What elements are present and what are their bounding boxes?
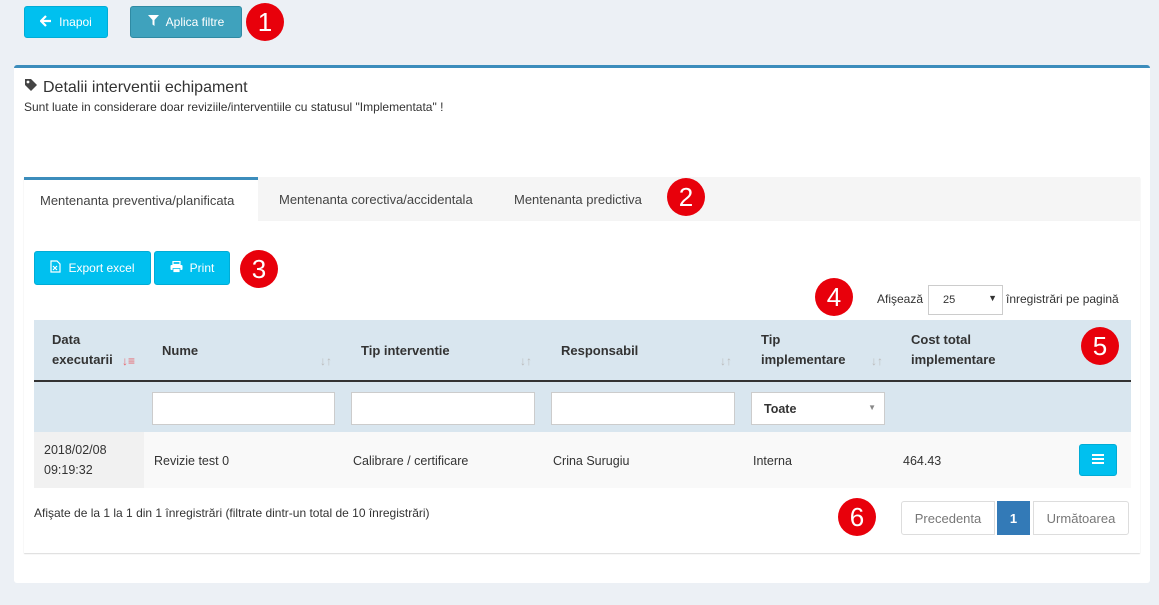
tab-label: Mentenanta predictiva bbox=[514, 191, 642, 207]
hamburger-menu-icon bbox=[1092, 453, 1104, 467]
col-header-implementation-type[interactable]: Tip implementare bbox=[761, 330, 846, 370]
caret-down-icon: ▼ bbox=[868, 403, 876, 412]
header-line: implementare bbox=[911, 352, 996, 367]
cell-date-line: 2018/02/08 bbox=[44, 443, 107, 457]
page-length-select[interactable]: 25 ▼ bbox=[928, 285, 1003, 315]
col-header-name[interactable]: Nume bbox=[162, 341, 198, 361]
header-line: implementare bbox=[761, 352, 846, 367]
page-length-suffix: înregistrări pe pagină bbox=[1006, 292, 1119, 306]
tab-label: Mentenanta corectiva/accidentala bbox=[279, 191, 473, 207]
callout-marker-2: 2 bbox=[667, 178, 705, 216]
filter-icon bbox=[147, 15, 159, 29]
header-line: executarii bbox=[52, 352, 113, 367]
apply-filters-button[interactable]: Aplica filtre bbox=[130, 6, 242, 38]
filter-implementation-select[interactable]: Toate ▼ bbox=[751, 392, 885, 425]
header-line: Tip bbox=[761, 332, 781, 347]
cell-date: 2018/02/08 09:19:32 bbox=[44, 440, 107, 480]
header-line: Data bbox=[52, 332, 81, 347]
filter-select-value: Toate bbox=[764, 401, 797, 416]
caret-down-icon: ▼ bbox=[988, 293, 997, 303]
page-length-prefix: Afişează bbox=[877, 292, 924, 306]
sort-both-icon[interactable]: ↓↑ bbox=[720, 354, 732, 368]
cell-cost: 464.43 bbox=[903, 454, 942, 468]
table-info: Afişate de la 1 la 1 din 1 înregistrări … bbox=[34, 506, 430, 520]
col-header-responsible[interactable]: Responsabil bbox=[561, 341, 638, 361]
callout-marker-1: 1 bbox=[246, 3, 284, 41]
filter-responsible-input[interactable] bbox=[551, 392, 735, 425]
sort-both-icon[interactable]: ↓↑ bbox=[520, 354, 532, 368]
sort-both-icon[interactable]: ↓↑ bbox=[320, 354, 332, 368]
col-header-total-cost: Cost total implementare bbox=[911, 330, 996, 370]
apply-filters-label: Aplica filtre bbox=[165, 15, 225, 29]
cell-name: Revizie test 0 bbox=[154, 454, 230, 468]
callout-marker-5: 5 bbox=[1081, 327, 1119, 365]
printer-icon bbox=[170, 260, 183, 276]
row-menu-button[interactable] bbox=[1079, 444, 1117, 476]
filter-intervention-type-input[interactable] bbox=[351, 392, 535, 425]
sort-both-icon[interactable]: ↓↑ bbox=[871, 354, 883, 368]
pagination-page-1[interactable]: 1 bbox=[997, 501, 1030, 535]
box-title: Detalii interventii echipament bbox=[24, 78, 248, 97]
tab-label: Mentenanta preventiva/planificata bbox=[40, 193, 235, 208]
header-line: Cost total bbox=[911, 332, 971, 347]
back-label: Inapoi bbox=[59, 15, 92, 29]
tab-strip: Mentenanta preventiva/planificata Menten… bbox=[24, 177, 1140, 221]
cell-responsible: Crina Surugiu bbox=[553, 454, 630, 468]
tag-icon bbox=[24, 78, 38, 97]
print-label: Print bbox=[189, 261, 215, 275]
tab-preventive-maintenance[interactable]: Mentenanta preventiva/planificata bbox=[24, 177, 258, 221]
print-button[interactable]: Print bbox=[154, 251, 230, 285]
excel-file-icon bbox=[50, 260, 62, 276]
callout-marker-4: 4 bbox=[815, 278, 853, 316]
cell-implementation: Interna bbox=[753, 454, 792, 468]
export-excel-label: Export excel bbox=[68, 261, 135, 275]
col-header-date[interactable]: Data executarii bbox=[52, 330, 113, 370]
arrow-left-icon bbox=[39, 14, 52, 30]
cell-intervention-type: Calibrare / certificare bbox=[353, 454, 469, 468]
tab-predictive-maintenance[interactable]: Mentenanta predictiva bbox=[514, 177, 664, 221]
pagination-next[interactable]: Următoarea bbox=[1033, 501, 1129, 535]
box-subtitle: Sunt luate in considerare doar reviziile… bbox=[24, 100, 444, 114]
sort-desc-icon[interactable]: ↓≡ bbox=[122, 354, 135, 368]
export-excel-button[interactable]: Export excel bbox=[34, 251, 151, 285]
cell-time-line: 09:19:32 bbox=[44, 463, 93, 477]
box-title-text: Detalii interventii echipament bbox=[43, 78, 248, 96]
col-header-intervention-type[interactable]: Tip interventie bbox=[361, 341, 450, 361]
callout-marker-3: 3 bbox=[240, 250, 278, 288]
callout-marker-6: 6 bbox=[838, 498, 876, 536]
tab-corrective-maintenance[interactable]: Mentenanta corectiva/accidentala bbox=[279, 177, 489, 221]
filter-name-input[interactable] bbox=[152, 392, 335, 425]
pagination-previous[interactable]: Precedenta bbox=[901, 501, 995, 535]
back-button[interactable]: Inapoi bbox=[24, 6, 108, 38]
page-length-value: 25 bbox=[943, 294, 956, 306]
